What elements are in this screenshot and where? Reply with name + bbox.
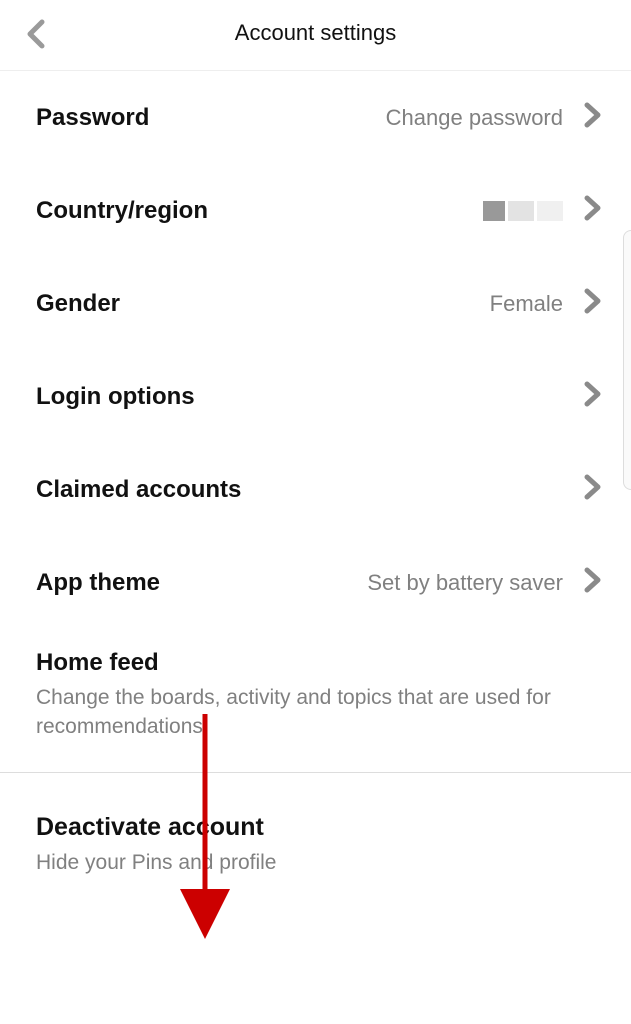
chevron-right-icon	[583, 101, 603, 134]
row-subtext: Change the boards, activity and topics t…	[36, 683, 595, 742]
row-subtext: Hide your Pins and profile	[36, 848, 276, 877]
row-password[interactable]: Password Change password	[0, 71, 631, 164]
chevron-right-icon	[583, 473, 603, 506]
redacted-value	[208, 201, 563, 221]
row-value: Set by battery saver	[160, 570, 563, 596]
row-home-feed[interactable]: Home feed Change the boards, activity an…	[0, 629, 631, 772]
row-deactivate-account[interactable]: Deactivate account Hide your Pins and pr…	[0, 773, 631, 897]
back-button[interactable]	[24, 18, 48, 55]
row-country-region[interactable]: Country/region	[0, 164, 631, 257]
row-label: Gender	[36, 290, 120, 318]
page-title: Account settings	[24, 20, 607, 46]
chevron-right-icon	[583, 566, 603, 599]
row-label: Password	[36, 104, 149, 132]
row-label: App theme	[36, 569, 160, 597]
chevron-right-icon	[583, 380, 603, 413]
row-value: Female	[120, 291, 563, 317]
row-label: Login options	[36, 383, 195, 411]
chevron-left-icon	[24, 18, 48, 50]
row-gender[interactable]: Gender Female	[0, 257, 631, 350]
row-label: Country/region	[36, 197, 208, 225]
settings-list: Password Change password Country/region …	[0, 71, 631, 897]
row-app-theme[interactable]: App theme Set by battery saver	[0, 536, 631, 629]
row-label: Home feed	[36, 649, 159, 677]
header: Account settings	[0, 0, 631, 71]
row-claimed-accounts[interactable]: Claimed accounts	[0, 443, 631, 536]
row-label: Deactivate account	[36, 813, 264, 842]
row-login-options[interactable]: Login options	[0, 350, 631, 443]
scroll-indicator	[623, 230, 631, 490]
row-value: Change password	[149, 105, 563, 131]
chevron-right-icon	[583, 194, 603, 227]
row-label: Claimed accounts	[36, 476, 241, 504]
chevron-right-icon	[583, 287, 603, 320]
